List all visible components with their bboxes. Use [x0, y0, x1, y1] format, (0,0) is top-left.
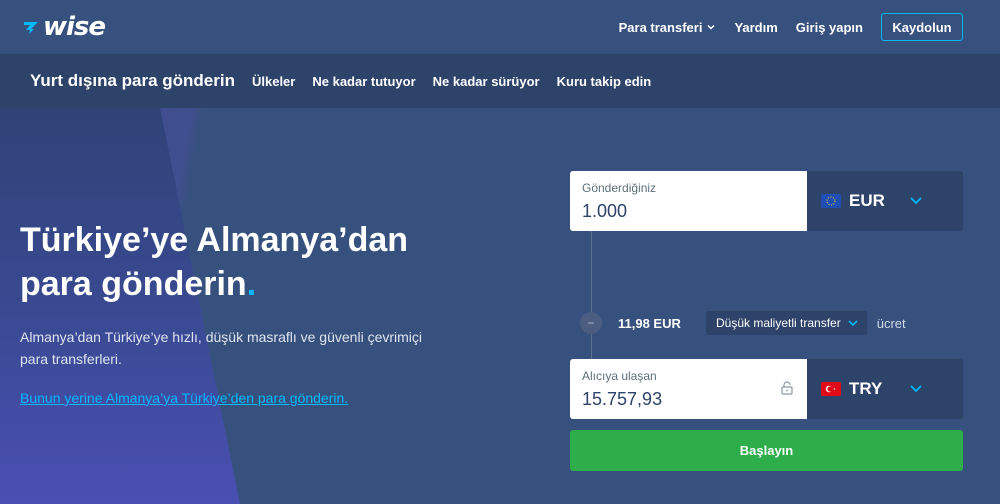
- receive-amount-field[interactable]: Alıcıya ulaşan 15.757,93: [570, 359, 807, 419]
- fee-breakdown: − 11,98 EUR Düşük maliyetli transfer ücr…: [570, 231, 963, 359]
- title-dot: .: [246, 265, 257, 303]
- subnav-duration[interactable]: Ne kadar sürüyor: [433, 74, 540, 89]
- nav-money-transfer-label: Para transferi: [618, 19, 703, 35]
- fee-amount: 11,98 EUR: [618, 315, 681, 331]
- lock-icon[interactable]: [781, 381, 793, 395]
- wise-logo[interactable]: wise: [21, 12, 106, 42]
- hero-section: Türkiye’ye Almanya’dan para gönderin. Al…: [20, 218, 490, 408]
- minus-icon: −: [580, 312, 602, 334]
- logo-wordmark: wise: [43, 12, 106, 42]
- topnav-links: Para transferi Yardım Giriş yapın Kaydol…: [619, 0, 1000, 54]
- receive-currency-select[interactable]: TRY: [807, 359, 963, 419]
- nav-login[interactable]: Giriş yapın: [796, 20, 863, 35]
- nav-money-transfer[interactable]: Para transferi: [619, 20, 717, 35]
- chevron-down-icon: [707, 24, 715, 30]
- title-line-1: Türkiye’ye Almanya’dan: [20, 221, 409, 259]
- page-title: Türkiye’ye Almanya’dan para gönderin.: [20, 218, 490, 306]
- chevron-down-icon: [910, 197, 922, 205]
- subnav-cost[interactable]: Ne kadar tutuyor: [312, 74, 415, 89]
- chevron-down-icon: [848, 320, 858, 327]
- send-amount-value[interactable]: 1.000: [582, 201, 795, 222]
- nav-help[interactable]: Yardım: [734, 20, 777, 35]
- breakdown-line: [591, 231, 592, 359]
- receive-currency-code: TRY: [849, 379, 883, 398]
- send-currency-code: EUR: [849, 191, 885, 210]
- top-navigation: wise Para transferi Yardım Giriş yapın K…: [0, 0, 1000, 54]
- receive-amount-value[interactable]: 15.757,93: [582, 389, 795, 410]
- receive-amount-row: Alıcıya ulaşan 15.757,93 TRY: [570, 359, 963, 419]
- fee-type-label: Düşük maliyetli transfer: [716, 316, 841, 330]
- start-button[interactable]: Başlayın: [570, 430, 963, 471]
- chevron-down-icon: [910, 385, 922, 393]
- subnav-title[interactable]: Yurt dışına para gönderin: [30, 71, 235, 91]
- fee-suffix: ücret: [876, 315, 906, 331]
- title-line-2: para gönderin: [20, 265, 247, 303]
- reverse-direction-link[interactable]: Bunun yerine Almanya’ya Türkiye’den para…: [20, 390, 348, 406]
- fee-type-select[interactable]: Düşük maliyetli transfer: [706, 311, 867, 335]
- sub-navigation: Yurt dışına para gönderin Ülkeler Ne kad…: [0, 54, 1000, 108]
- send-amount-label: Gönderdiğiniz: [582, 181, 657, 195]
- wise-flag-icon: [24, 22, 38, 34]
- subnav-countries[interactable]: Ülkeler: [252, 74, 295, 89]
- subnav-rate-tracker[interactable]: Kuru takip edin: [557, 74, 652, 89]
- transfer-calculator: Gönderdiğiniz 1.000 EUR − 11,98 EUR Düşü…: [570, 171, 963, 471]
- turkey-flag-icon: [821, 382, 841, 396]
- send-amount-field[interactable]: Gönderdiğiniz 1.000: [570, 171, 807, 231]
- receive-amount-label: Alıcıya ulaşan: [582, 369, 657, 383]
- send-currency-select[interactable]: EUR: [807, 171, 963, 231]
- fee-row: − 11,98 EUR Düşük maliyetli transfer ücr…: [580, 311, 906, 335]
- hero-description: Almanya’dan Türkiye’ye hızlı, düşük masr…: [20, 329, 423, 367]
- signup-button[interactable]: Kaydolun: [881, 13, 963, 41]
- send-amount-row: Gönderdiğiniz 1.000 EUR: [570, 171, 963, 231]
- eu-flag-icon: [821, 194, 841, 208]
